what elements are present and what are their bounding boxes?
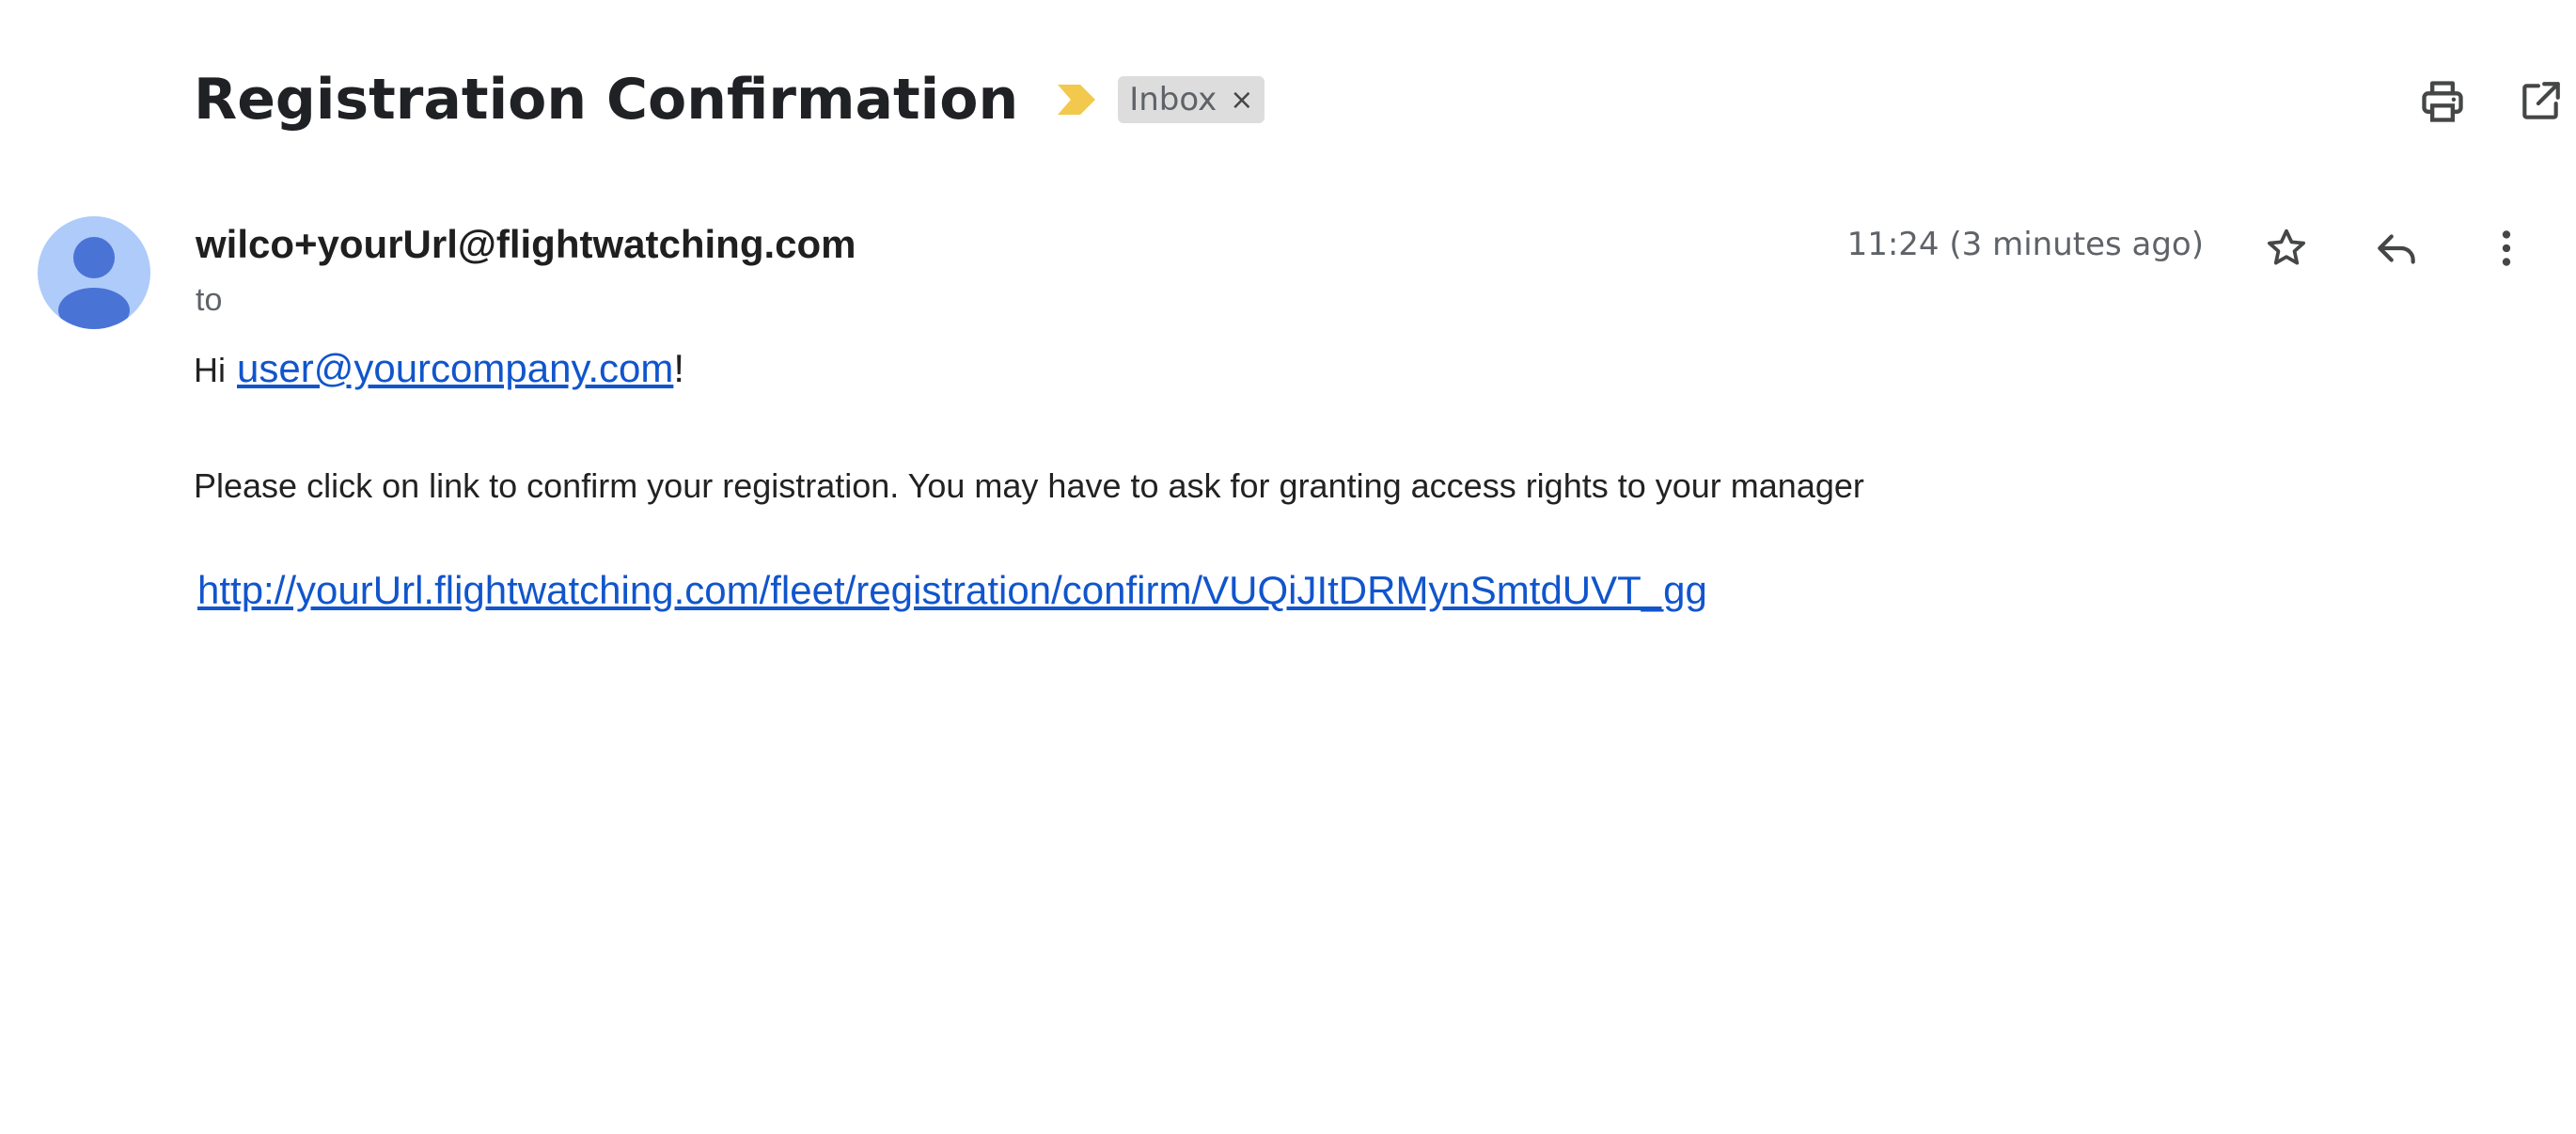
greeting-suffix: ! (673, 346, 685, 390)
recipient-line[interactable]: to (196, 282, 222, 319)
label-chip-inbox: Inbox × (1118, 76, 1265, 123)
print-button[interactable] (2414, 73, 2471, 130)
greeting-prefix: Hi (194, 351, 226, 389)
reply-button[interactable] (2367, 218, 2427, 278)
message-timestamp: 11:24 (3 minutes ago) (1846, 226, 2204, 263)
sender-email[interactable]: wilco+yourUrl@flightwatching.com (196, 222, 856, 267)
more-options-button[interactable] (2476, 218, 2537, 278)
remove-label-button[interactable]: × (1230, 84, 1253, 117)
importance-marker-icon[interactable] (1056, 83, 1097, 117)
star-icon (2263, 225, 2310, 272)
open-in-new-window-button[interactable] (2512, 73, 2568, 130)
email-subject: Registration Confirmation (194, 67, 1019, 133)
sender-avatar[interactable] (38, 216, 150, 329)
greeting-line: Hi user@yourcompany.com ! (194, 346, 684, 391)
label-chip-text: Inbox (1129, 81, 1217, 118)
avatar-person-icon (38, 237, 150, 329)
email-view: Registration Confirmation Inbox × wilco+… (0, 0, 2576, 1134)
instruction-text: Please click on link to confirm your reg… (194, 466, 1864, 505)
more-vertical-icon (2483, 225, 2530, 272)
subject-row: Registration Confirmation Inbox × (194, 58, 1265, 141)
confirmation-link[interactable]: http://yourUrl.flightwatching.com/fleet/… (197, 568, 1707, 613)
open-in-new-window-icon (2517, 78, 2564, 125)
thread-actions (2388, 73, 2576, 130)
reply-icon (2374, 225, 2421, 272)
print-icon (2418, 77, 2467, 126)
star-button[interactable] (2256, 218, 2317, 278)
greeting-email-link[interactable]: user@yourcompany.com (237, 346, 673, 391)
